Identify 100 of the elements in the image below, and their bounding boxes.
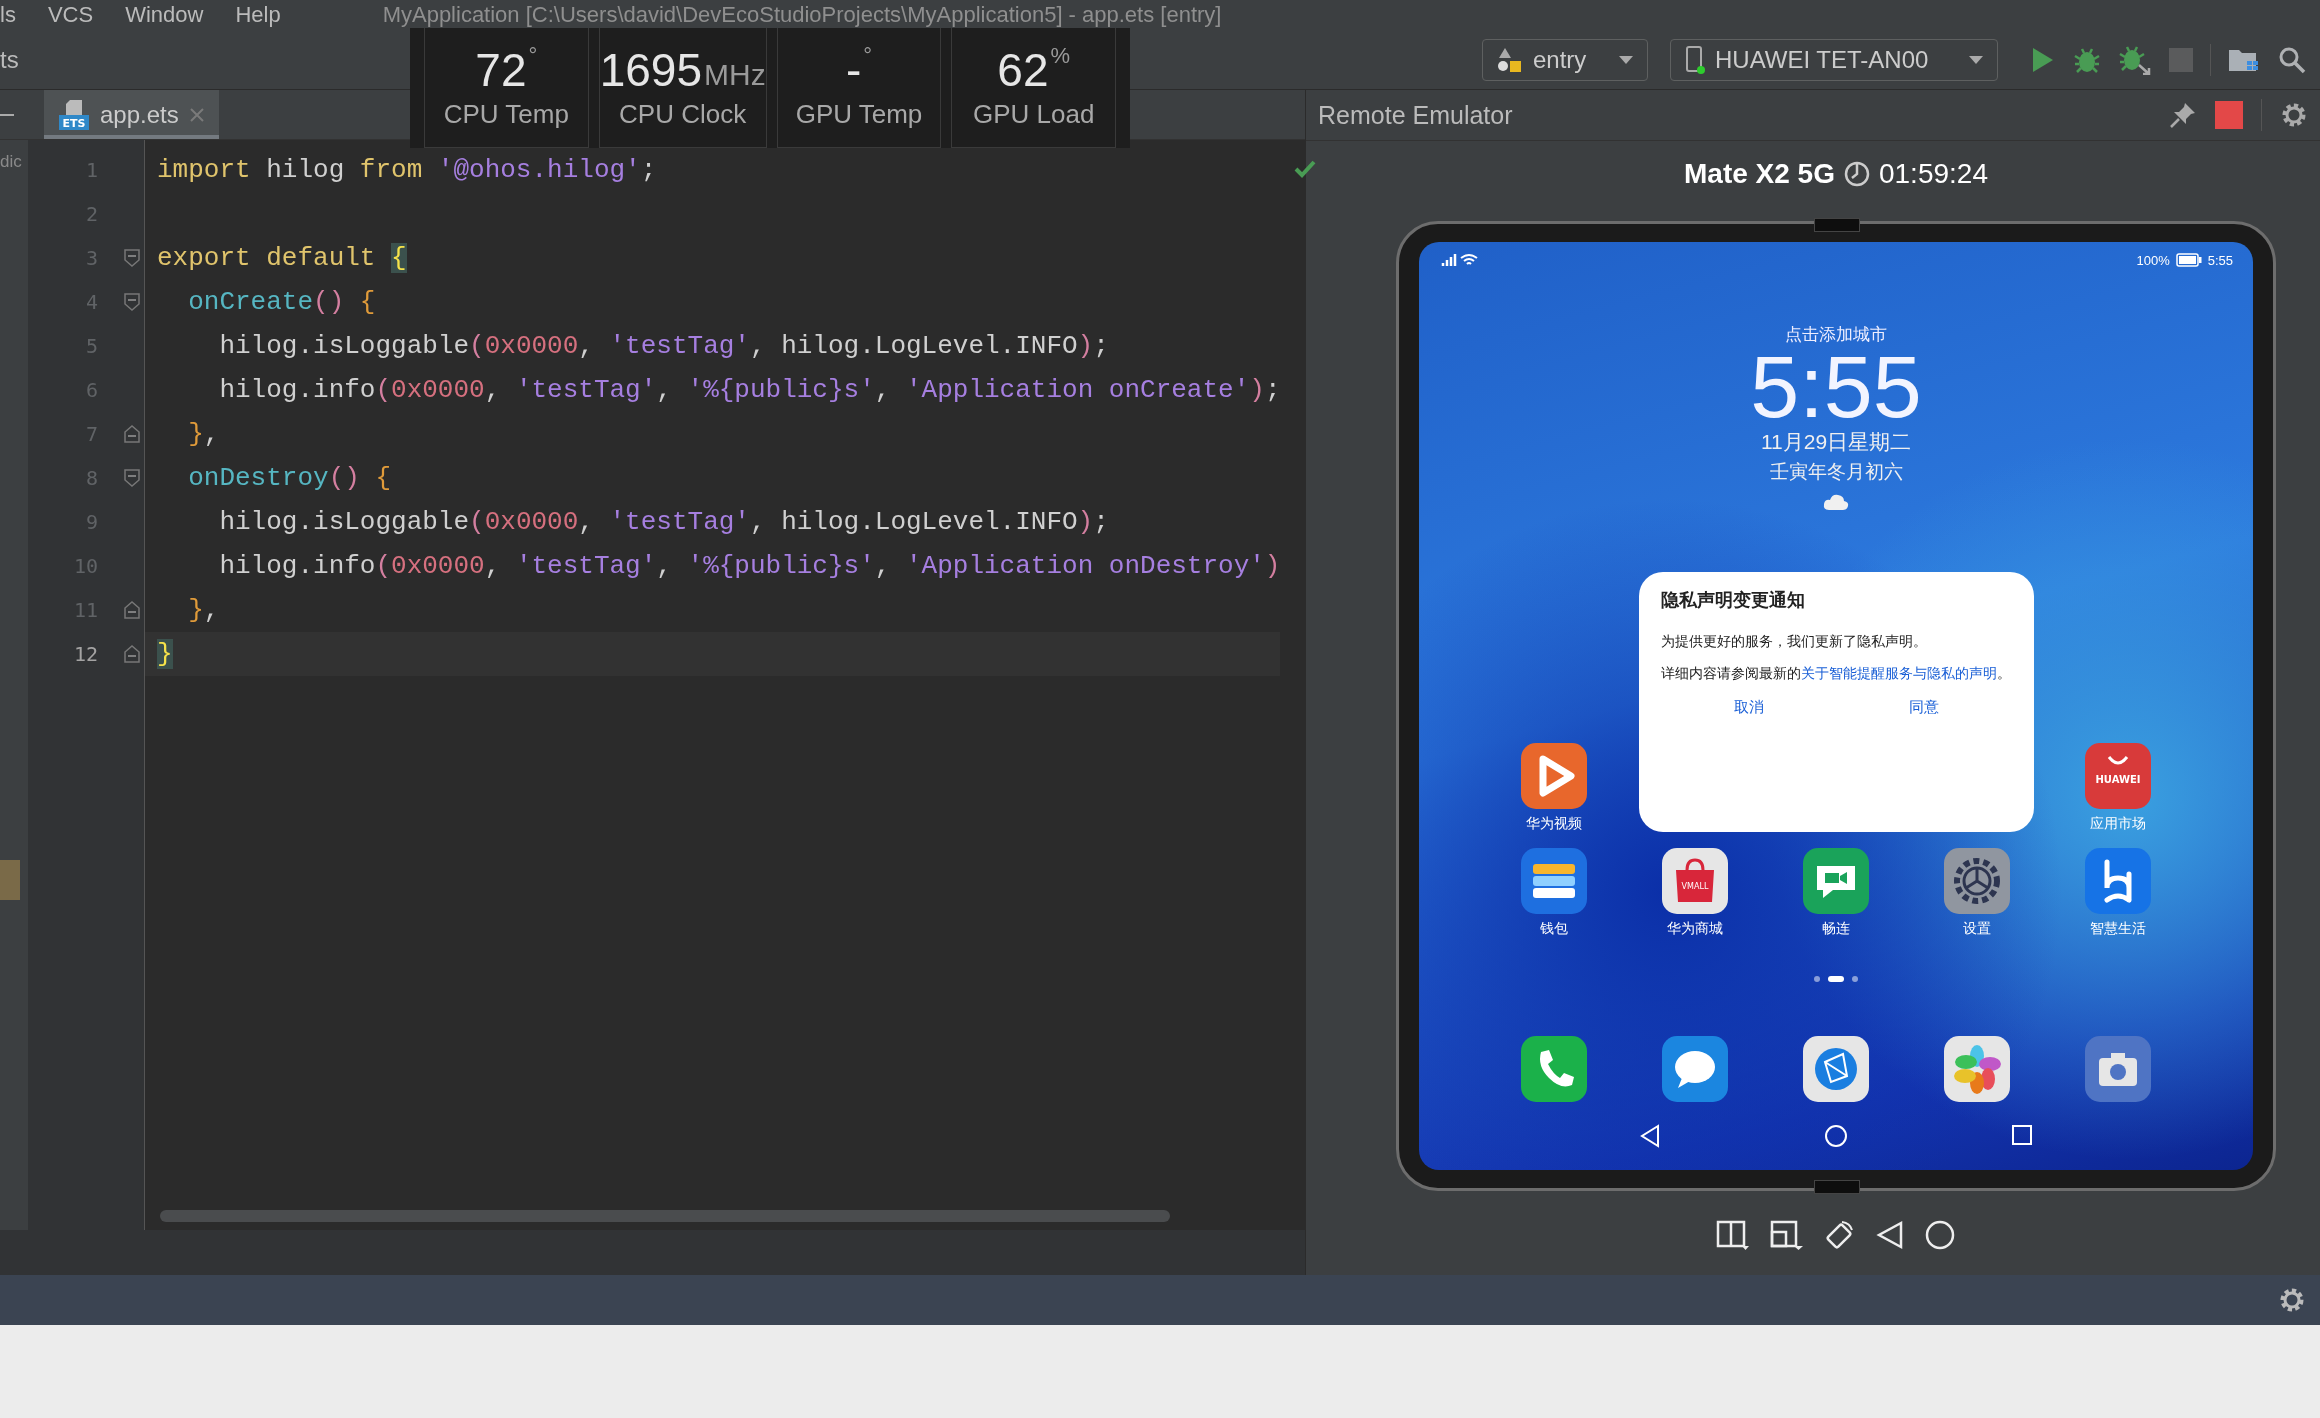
device-name: Mate X2 5G (1684, 158, 1835, 190)
dialog-button[interactable]: 取消 (1713, 694, 1784, 721)
dialog-detail: 详细内容请参阅最新的关于智能提醒服务与隐私的声明。 (1661, 664, 2012, 683)
home-icon[interactable] (1924, 1219, 1956, 1251)
code-line: }, (187, 594, 221, 627)
cloud-icon (1823, 493, 1849, 511)
line-number: 12 (72, 642, 98, 666)
icon-label: VMALL (1681, 882, 1709, 891)
stat-label: CPU Temp (443, 99, 569, 130)
menu-item[interactable]: ls (0, 2, 16, 28)
code-line: hilog.info(0x0000, 'testTag', '%{public}s', 'Application onDestroy') (218, 550, 1281, 583)
panel-title: Remote Emulator (1318, 100, 1514, 130)
fold-icon[interactable] (124, 601, 140, 619)
app-label: 智慧生活 (2090, 920, 2146, 938)
pin-icon[interactable] (2169, 101, 2197, 129)
rotate-icon[interactable] (1824, 1220, 1856, 1250)
caret-icon (1969, 55, 1983, 64)
stat-value: 1695MHz (599, 45, 766, 95)
run-icon[interactable] (2031, 46, 2055, 73)
code-line: }, (187, 418, 221, 451)
settings-app-icon[interactable] (1944, 848, 2010, 914)
weather-city-prompt[interactable]: 点击添加城市 (1785, 323, 1887, 347)
app-label: 设置 (1963, 920, 1991, 938)
status-time: 5:55 (2207, 252, 2233, 268)
dialog-button[interactable]: 同意 (1889, 694, 1960, 721)
code-line: onDestroy() { (187, 462, 393, 495)
fold-icon[interactable] (124, 249, 140, 267)
stat-label: GPU Load (972, 99, 1095, 130)
clock-time: 5:55 (1750, 347, 1922, 427)
camera-app-icon[interactable] (2085, 1036, 2151, 1102)
settings-icon[interactable] (2278, 1286, 2306, 1314)
code-line: hilog.isLoggable(0x0000, 'testTag', hilog.LogLevel.INFO); (218, 506, 1110, 539)
recents-icon[interactable] (2011, 1124, 2033, 1146)
horizontal-scrollbar[interactable] (160, 1210, 1170, 1222)
toolbar-text-fragment: ts (0, 45, 19, 74)
icon-label: HUAWEI (2095, 774, 2141, 785)
back-icon[interactable] (1639, 1124, 1661, 1148)
page-dot[interactable] (1814, 976, 1820, 982)
battery-percent: 100% (2136, 252, 2170, 268)
menu-item[interactable]: Window (125, 2, 204, 28)
shapes-icon (1497, 46, 1523, 73)
page-dot[interactable] (1852, 976, 1858, 982)
side-panel-text: dic (0, 152, 22, 172)
settings-icon[interactable] (2280, 101, 2308, 129)
browser-app-icon[interactable] (1803, 1036, 1869, 1102)
hinge (1814, 1180, 1860, 1194)
app-label: 钱包 (1540, 920, 1568, 938)
wallet-app-icon[interactable] (1521, 848, 1587, 914)
stat-value: -° (845, 45, 873, 95)
fold-icon[interactable] (124, 469, 140, 487)
vmall-app-icon[interactable]: VMALL (1662, 848, 1728, 914)
stat-value: 72° (475, 45, 538, 95)
timer-icon (1842, 160, 1871, 188)
menu-item[interactable]: VCS (47, 2, 94, 28)
meetime-app-icon[interactable] (1803, 848, 1869, 914)
device-dropdown[interactable]: HUAWEI TET-AN00 (1670, 38, 1998, 81)
caret-icon (1619, 55, 1633, 64)
code-line: export default { (156, 242, 408, 275)
fold-icon[interactable] (124, 293, 140, 311)
checkmark-icon (1294, 160, 1317, 178)
minimize-icon[interactable] (0, 113, 14, 116)
code-line: import hilog from '@ohos.hilog'; (156, 154, 658, 187)
stat-value: 62% (997, 45, 1071, 95)
gallery-app-icon[interactable] (1944, 1036, 2010, 1102)
messages-app-icon[interactable] (1662, 1036, 1728, 1102)
video-app-icon[interactable] (1521, 743, 1587, 809)
smartlife-app-icon[interactable] (2085, 848, 2151, 914)
menu-item[interactable]: Help (235, 2, 281, 28)
battery-icon (2175, 253, 2202, 267)
appgallery-app-icon[interactable]: HUAWEI (2085, 743, 2151, 809)
back-icon[interactable] (1876, 1220, 1904, 1250)
editor-tab[interactable]: ETS app.ets (44, 90, 219, 139)
signal-icon (1439, 252, 1479, 268)
search-icon[interactable] (2278, 45, 2306, 74)
code-line: hilog.isLoggable(0x0000, 'testTag', hilog.LogLevel.INFO); (218, 330, 1110, 363)
phone-icon (1685, 45, 1705, 74)
hinge (1814, 218, 1860, 232)
session-timer: 01:59:24 (1878, 158, 1988, 190)
fold-icon[interactable] (124, 645, 140, 663)
app-label: 华为商城 (1667, 920, 1723, 938)
stat-label: CPU Clock (619, 99, 747, 130)
bug-arrow-icon[interactable] (2119, 44, 2151, 75)
app-label: 华为视频 (1526, 815, 1582, 833)
clock-date: 11月29日星期二 (1760, 429, 1912, 455)
phone-app-icon[interactable] (1521, 1036, 1587, 1102)
code-line: onCreate() { (187, 286, 377, 319)
privacy-statement-link[interactable]: 关于智能提醒服务与隐私的声明 (1801, 665, 1997, 681)
run-config-dropdown[interactable]: entry (1482, 38, 1648, 81)
dialog-title: 隐私声明变更通知 (1661, 589, 1806, 612)
fold-icon[interactable] (124, 425, 140, 443)
lunar-date: 壬寅年冬月初六 (1769, 460, 1903, 484)
scroll-marker (0, 860, 20, 900)
code-line: hilog.info(0x0000, 'testTag', '%{public}s', 'Application onCreate'); (218, 374, 1281, 407)
app-label: 应用市场 (2090, 815, 2146, 833)
dialog-message: 为提供更好的服务，我们更新了隐私声明。 (1661, 632, 1928, 651)
resize-screen-icon[interactable] (1770, 1220, 1804, 1250)
app-label: 畅连 (1822, 920, 1850, 938)
fold-screen-icon[interactable] (1716, 1220, 1750, 1250)
window-title: MyApplication [C:\Users\david\DevEcoStudioProjects\MyApplication5] - app.ets [entry] (382, 2, 1222, 28)
stat-label: GPU Temp (795, 99, 923, 130)
